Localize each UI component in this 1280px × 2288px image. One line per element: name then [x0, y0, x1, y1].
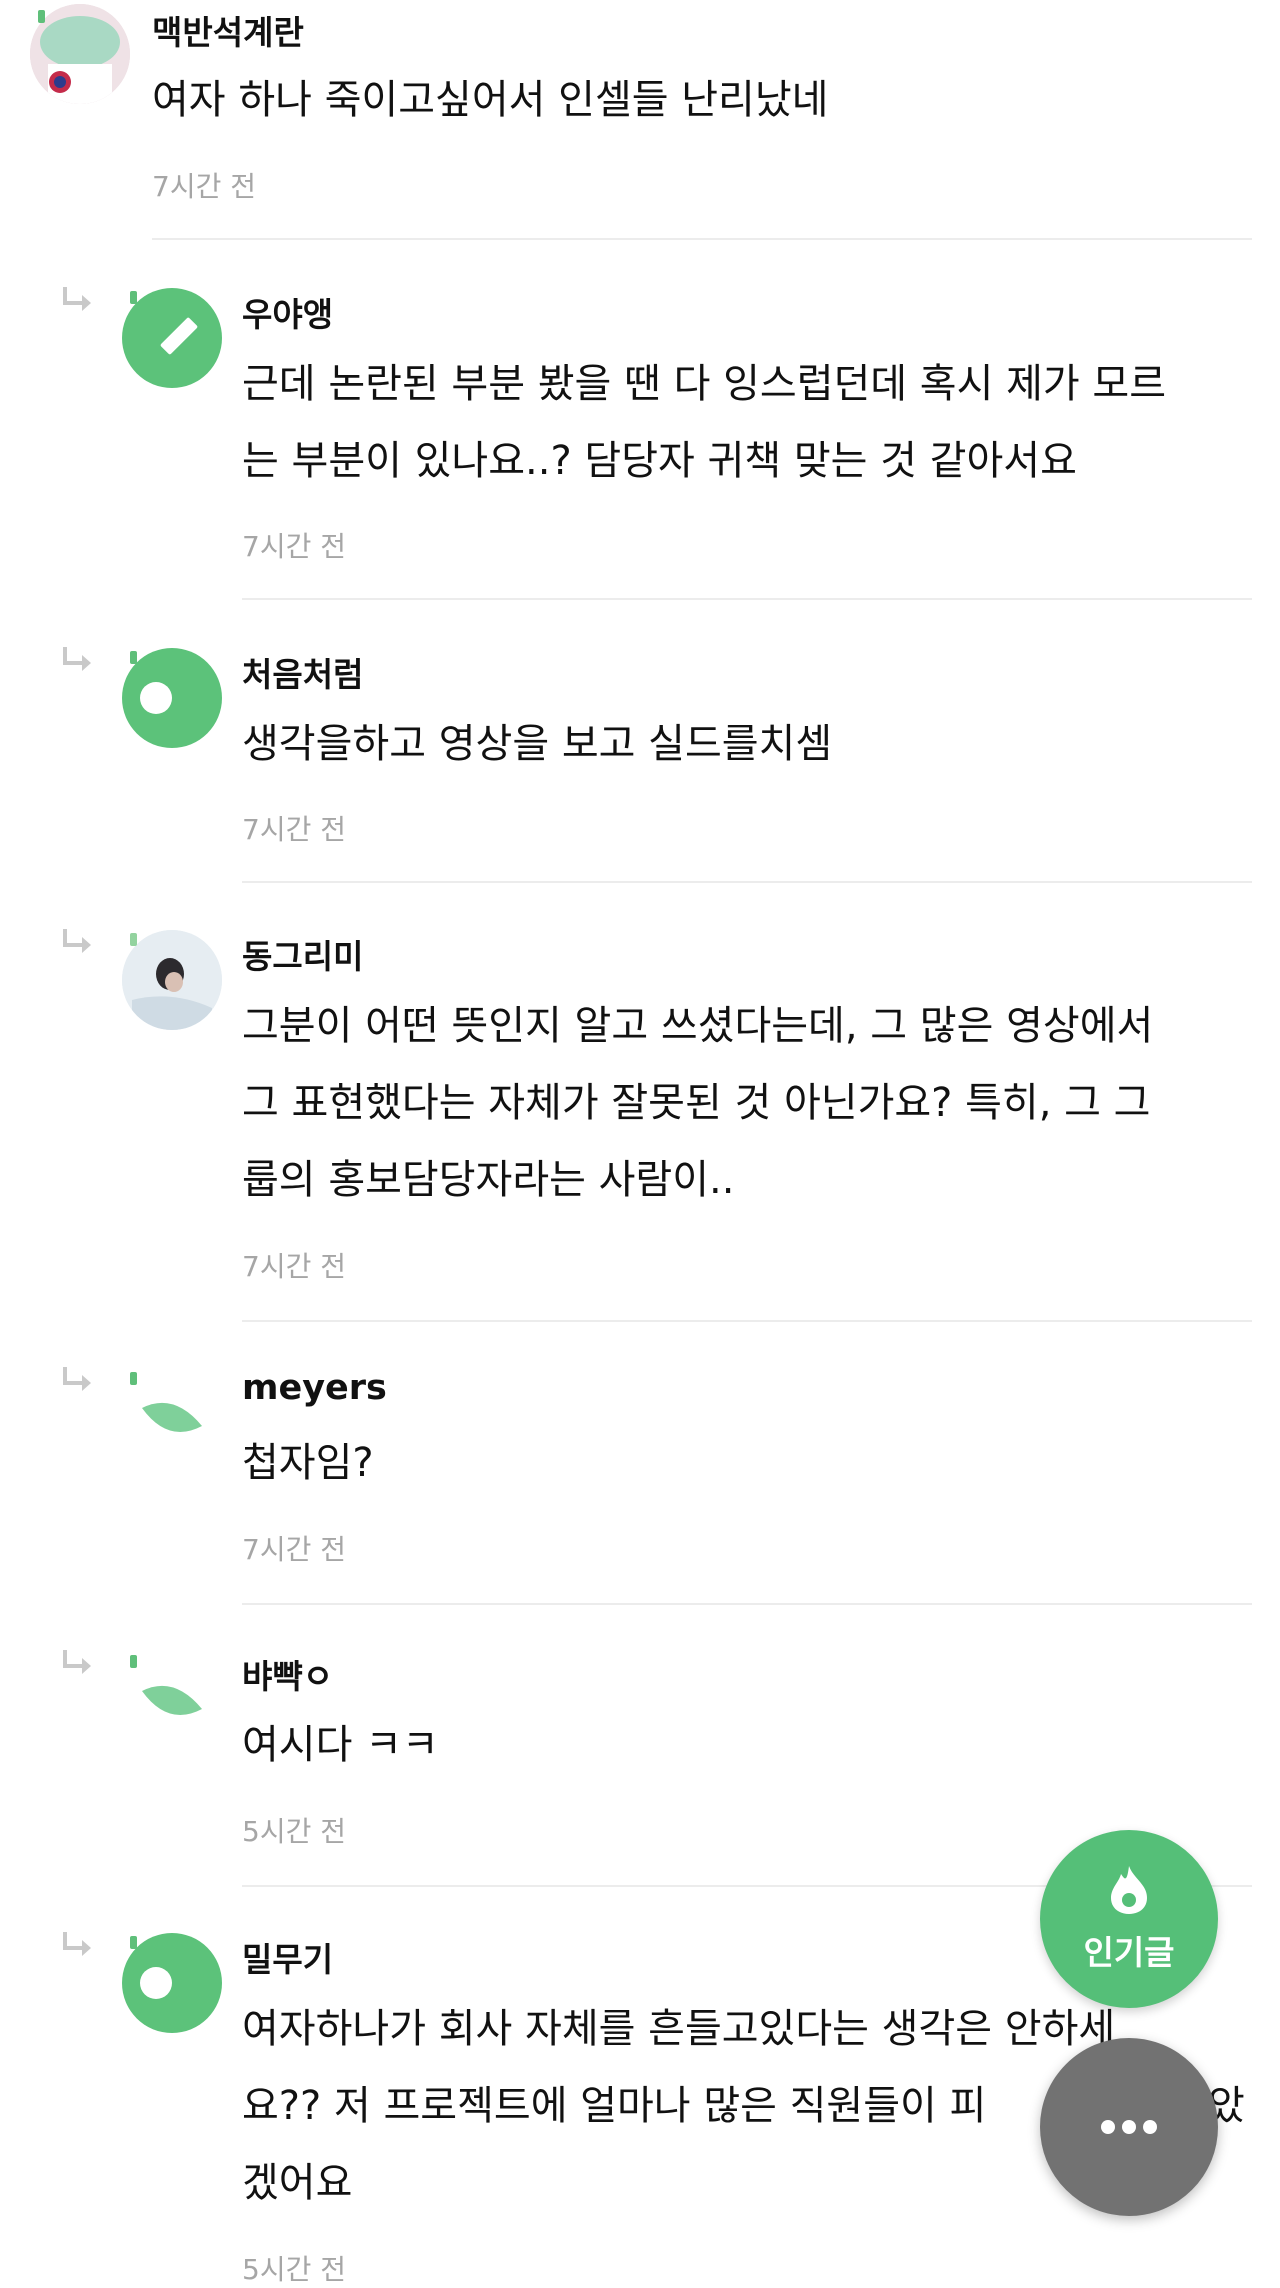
more-options-button[interactable] — [1040, 2038, 1218, 2216]
reply-arrow-icon — [63, 1932, 91, 1956]
level-badge-icon — [130, 1655, 137, 1668]
avatar[interactable] — [122, 1933, 222, 2033]
comment-text: 여시다 ㅋㅋ — [242, 1707, 439, 1784]
comment-text-line: 는 부분이 있나요..? 담당자 귀책 맞는 것 같아서요 — [242, 438, 1077, 484]
comment-author[interactable]: 뱌뺙ㅇ — [242, 1650, 333, 1698]
avatar[interactable] — [30, 4, 130, 104]
comment-author[interactable]: 밀무기 — [242, 1933, 333, 1981]
profile-photo-icon — [122, 930, 222, 1030]
comment-time: 7시간 전 — [242, 1250, 346, 1283]
comment-time: 7시간 전 — [152, 170, 256, 203]
avatar[interactable] — [122, 930, 222, 1030]
comment-text: 생각을하고 영상을 보고 실드를치셈 — [242, 706, 832, 783]
popular-posts-label: 인기글 — [1083, 1933, 1175, 1972]
comment-author[interactable]: 맥반석계란 — [152, 6, 304, 54]
comment-time: 7시간 전 — [242, 813, 346, 846]
default-avatar-icon — [140, 1967, 172, 1999]
default-avatar-icon — [140, 682, 172, 714]
comment-text: 근데 논란된 부분 봤을 땐 다 잉스럽던데 혹시 제가 모르 는 부분이 있나… — [242, 346, 1166, 500]
dot — [1122, 2120, 1136, 2134]
comment-author[interactable]: 우야앵 — [242, 288, 333, 336]
default-avatar-icon — [160, 317, 198, 355]
divider — [152, 238, 1252, 240]
comment-author[interactable]: 동그리미 — [242, 930, 363, 978]
comment-text: 여자 하나 죽이고싶어서 인셀들 난리났네 — [152, 62, 828, 139]
divider — [242, 1603, 1252, 1605]
reply-arrow-icon — [63, 647, 91, 671]
divider — [242, 881, 1252, 883]
comment-text-line: 요?? 저 프로젝트에 얼마나 많은 직원들이 피 — [242, 2083, 987, 2129]
level-badge-icon — [38, 10, 45, 23]
popular-posts-button[interactable]: 인기글 — [1040, 1830, 1218, 2008]
comment-text-line: 그분이 어떤 뜻인지 알고 쓰셨다는데, 그 많은 영상에서 — [242, 1003, 1154, 1049]
dot — [1101, 2120, 1115, 2134]
leaf-avatar-icon — [142, 1685, 202, 1715]
divider — [242, 1320, 1252, 1322]
comment-text: 그분이 어떤 뜻인지 알고 쓰셨다는데, 그 많은 영상에서 그 표현했다는 자… — [242, 988, 1153, 1219]
comment-text-line: 겠어요 — [242, 2160, 353, 2206]
comment-text-line: 그 표현했다는 자체가 잘못된 것 아닌가요? 특히, 그 그 — [242, 1080, 1151, 1126]
divider — [242, 598, 1252, 600]
comment-text: 첩자임? — [242, 1425, 374, 1502]
dot — [1143, 2120, 1157, 2134]
comment-text-line: 여자 하나 죽이고싶어서 인셀들 난리났네 — [152, 77, 829, 123]
level-badge-icon — [130, 1936, 137, 1949]
fire-icon — [1111, 1866, 1147, 1914]
comment-author[interactable]: meyers — [242, 1368, 387, 1408]
level-badge-icon — [130, 933, 137, 946]
comment-text-line: 여자하나가 회사 자체를 흔들고있다는 생각은 안하세 — [242, 2006, 1116, 2052]
avatar[interactable] — [122, 288, 222, 388]
reply-arrow-icon — [63, 1650, 91, 1674]
comment-text-line: 첩자임? — [242, 1440, 374, 1486]
comment-text-line: 룹의 홍보담당자라는 사람이.. — [242, 1157, 735, 1203]
comment-text: 여자하나가 회사 자체를 흔들고있다는 생각은 안하세 요?? 저 프로젝트에 … — [242, 1991, 1115, 2222]
comment-time: 7시간 전 — [242, 1533, 346, 1566]
comment-text-line: 여시다 ㅋㅋ — [242, 1722, 439, 1768]
reply-arrow-icon — [63, 1367, 91, 1391]
reply-arrow-icon — [63, 929, 91, 953]
comment-item: 맥반석계란 여자 하나 죽이고싶어서 인셀들 난리났네 7시간 전 — [0, 0, 1280, 240]
comment-time: 5시간 전 — [242, 1815, 346, 1848]
leaf-avatar-icon — [142, 1402, 202, 1432]
level-badge-icon — [130, 291, 137, 304]
profile-photo-icon — [30, 4, 130, 104]
level-badge-icon — [130, 1372, 137, 1385]
comment-text-line: 근데 논란된 부분 봤을 땐 다 잉스럽던데 혹시 제가 모르 — [242, 361, 1167, 407]
comment-text-line: 생각을하고 영상을 보고 실드를치셈 — [242, 721, 833, 767]
reply-arrow-icon — [63, 287, 91, 311]
level-badge-icon — [130, 651, 137, 664]
comment-author[interactable]: 처음처럼 — [242, 648, 363, 696]
comment-time: 5시간 전 — [242, 2253, 346, 2286]
comment-time: 7시간 전 — [242, 530, 346, 563]
avatar[interactable] — [122, 648, 222, 748]
